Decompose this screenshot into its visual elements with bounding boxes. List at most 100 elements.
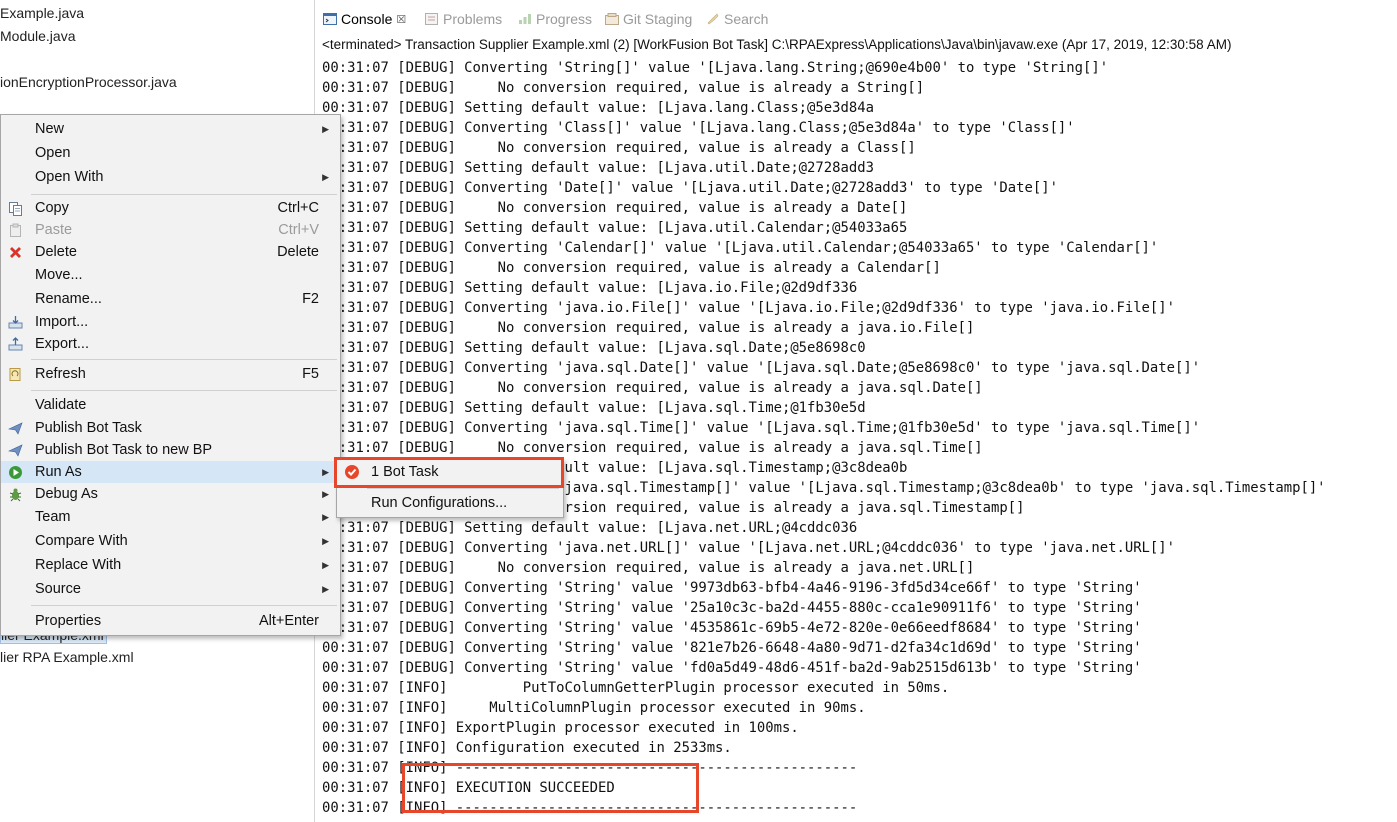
log-line: 00:31:07 [DEBUG] Converting 'Date[]' val… [322,180,1058,196]
publish-icon [7,443,23,458]
menu-item-label: Properties [35,613,102,629]
menu-item-label: Open With [35,169,104,185]
menu-item-label: Open [35,145,71,161]
menu-separator [31,359,337,360]
menu-accelerator: Delete [277,244,319,260]
view-tab-bar: Console ☒ Problems Progress Git Staging S… [315,6,1397,32]
tab-console[interactable]: Console ☒ [323,6,407,33]
menu-item-refresh[interactable]: Refresh F5 [1,363,338,385]
log-line: 00:31:07 [DEBUG] Converting 'java.io.Fil… [322,300,1176,316]
tab-label: Search [724,11,769,27]
copy-icon [8,201,23,216]
highlight-box-execution-succeeded [402,763,699,813]
menu-item-move[interactable]: Move... [1,264,338,286]
paste-icon [8,223,23,238]
log-line: 00:31:07 [DEBUG] Converting 'String' val… [322,640,1142,656]
log-line: 00:31:07 [DEBUG] No conversion required,… [322,560,975,576]
log-line: 00:31:07 [INFO] Configuration executed i… [322,740,732,756]
menu-separator [31,605,337,606]
menu-item-debug-as[interactable]: Debug As ▶ [1,483,338,505]
menu-item-label: Run Configurations... [371,495,508,511]
log-line: 00:31:07 [DEBUG] Converting 'String' val… [322,660,1142,676]
log-line: 00:31:07 [INFO] PutToColumnGetterPlugin … [322,680,950,696]
tab-git-staging[interactable]: Git Staging [605,6,692,32]
console-status-line: <terminated> Transaction Supplier Exampl… [322,37,1232,52]
menu-item-label: Debug As [35,486,98,502]
import-icon [8,315,23,330]
menu-separator [31,194,337,195]
log-line: 00:31:07 [DEBUG] Converting 'String' val… [322,580,1142,596]
submenu-arrow-icon: ▶ [322,512,329,522]
log-line: 00:31:07 [DEBUG] Converting 'Class[]' va… [322,120,1075,136]
submenu-arrow-icon: ▶ [322,489,329,499]
console-output[interactable]: 00:31:07 [DEBUG] Converting 'String[]' v… [322,58,1326,818]
debug-icon [8,487,23,502]
menu-item-open-with[interactable]: Open With ▶ [1,166,338,188]
menu-item-label: Paste [35,222,73,238]
file-item[interactable]: ionEncryptionProcessor.java [0,74,177,90]
menu-item-paste: Paste Ctrl+V [1,219,338,241]
log-line: 00:31:07 [DEBUG] Setting default value: … [322,160,874,176]
tab-label: Console [341,11,393,27]
menu-item-run-as[interactable]: Run As ▶ [1,461,338,483]
menu-item-compare-with[interactable]: Compare With ▶ [1,530,338,552]
progress-icon [518,7,532,24]
menu-separator [367,488,559,489]
menu-accelerator: Alt+Enter [258,613,319,629]
menu-item-copy[interactable]: Copy Ctrl+C [1,197,338,219]
menu-item-source[interactable]: Source ▶ [1,578,338,600]
menu-item-import[interactable]: Import... [1,311,338,333]
file-item[interactable]: Example.java [0,5,84,21]
menu-item-label: Rename... [35,291,102,307]
console-icon [323,7,337,25]
log-line: 00:31:07 [DEBUG] No conversion required,… [322,200,908,216]
menu-item-new[interactable]: New ▶ [1,118,338,140]
menu-separator [31,390,337,391]
submenu-arrow-icon: ▶ [322,584,329,594]
tab-problems[interactable]: Problems [425,6,502,32]
log-line: 00:31:07 [DEBUG] Setting default value: … [322,280,858,296]
close-icon[interactable]: ☒ [396,7,406,33]
problems-icon [425,7,439,25]
menu-item-publish-bot-task[interactable]: Publish Bot Task [1,417,338,439]
log-line: 00:31:07 [DEBUG] Setting default value: … [322,400,866,416]
menu-item-delete[interactable]: Delete Delete [1,241,338,263]
log-line: 00:31:07 [DEBUG] Setting default value: … [322,100,874,116]
menu-item-label: Copy [35,200,69,216]
file-item[interactable]: Module.java [0,28,76,44]
menu-item-rename[interactable]: Rename... F2 [1,288,338,310]
log-line: 00:31:07 [DEBUG] Converting 'java.sql.Ti… [322,420,1201,436]
tab-label: Progress [536,11,593,27]
tab-search[interactable]: Search [706,6,768,32]
submenu-arrow-icon: ▶ [322,124,329,134]
menu-item-export[interactable]: Export... [1,333,338,355]
log-line: 00:31:07 [DEBUG] No conversion required,… [322,140,916,156]
log-line: 00:31:07 [DEBUG] Converting 'String' val… [322,600,1142,616]
submenu-arrow-icon: ▶ [322,560,329,570]
menu-item-properties[interactable]: Properties Alt+Enter [1,610,338,632]
submenu-arrow-icon: ▶ [322,536,329,546]
menu-accelerator: Ctrl+C [277,200,320,216]
menu-item-label: Publish Bot Task to new BP [35,442,213,458]
log-line: 00:31:07 [DEBUG] No conversion required,… [322,260,941,276]
menu-item-label: Delete [35,244,77,260]
publish-icon [7,421,23,436]
menu-item-run-configurations[interactable]: Run Configurations... [337,491,561,515]
log-line: 00:31:07 [DEBUG] No conversion required,… [322,320,975,336]
menu-item-label: Replace With [35,557,122,573]
menu-item-open[interactable]: Open [1,142,338,164]
menu-item-team[interactable]: Team ▶ [1,506,338,528]
console-view: Console ☒ Problems Progress Git Staging S… [315,0,1397,822]
menu-item-replace-with[interactable]: Replace With ▶ [1,554,338,576]
menu-item-publish-bot-task-new-bp[interactable]: Publish Bot Task to new BP [1,439,338,461]
submenu-arrow-icon: ▶ [322,172,329,182]
menu-item-label: Move... [35,267,83,283]
menu-item-validate[interactable]: Validate [1,394,338,416]
file-item[interactable]: lier RPA Example.xml [0,649,134,665]
search-icon [706,7,720,25]
menu-accelerator: F2 [302,291,319,307]
log-line: 00:31:07 [DEBUG] Setting default value: … [322,340,866,356]
menu-item-label: Publish Bot Task [35,420,142,436]
tab-progress[interactable]: Progress [518,6,592,32]
log-line: 00:31:07 [DEBUG] Converting 'java.sql.Da… [322,360,1201,376]
